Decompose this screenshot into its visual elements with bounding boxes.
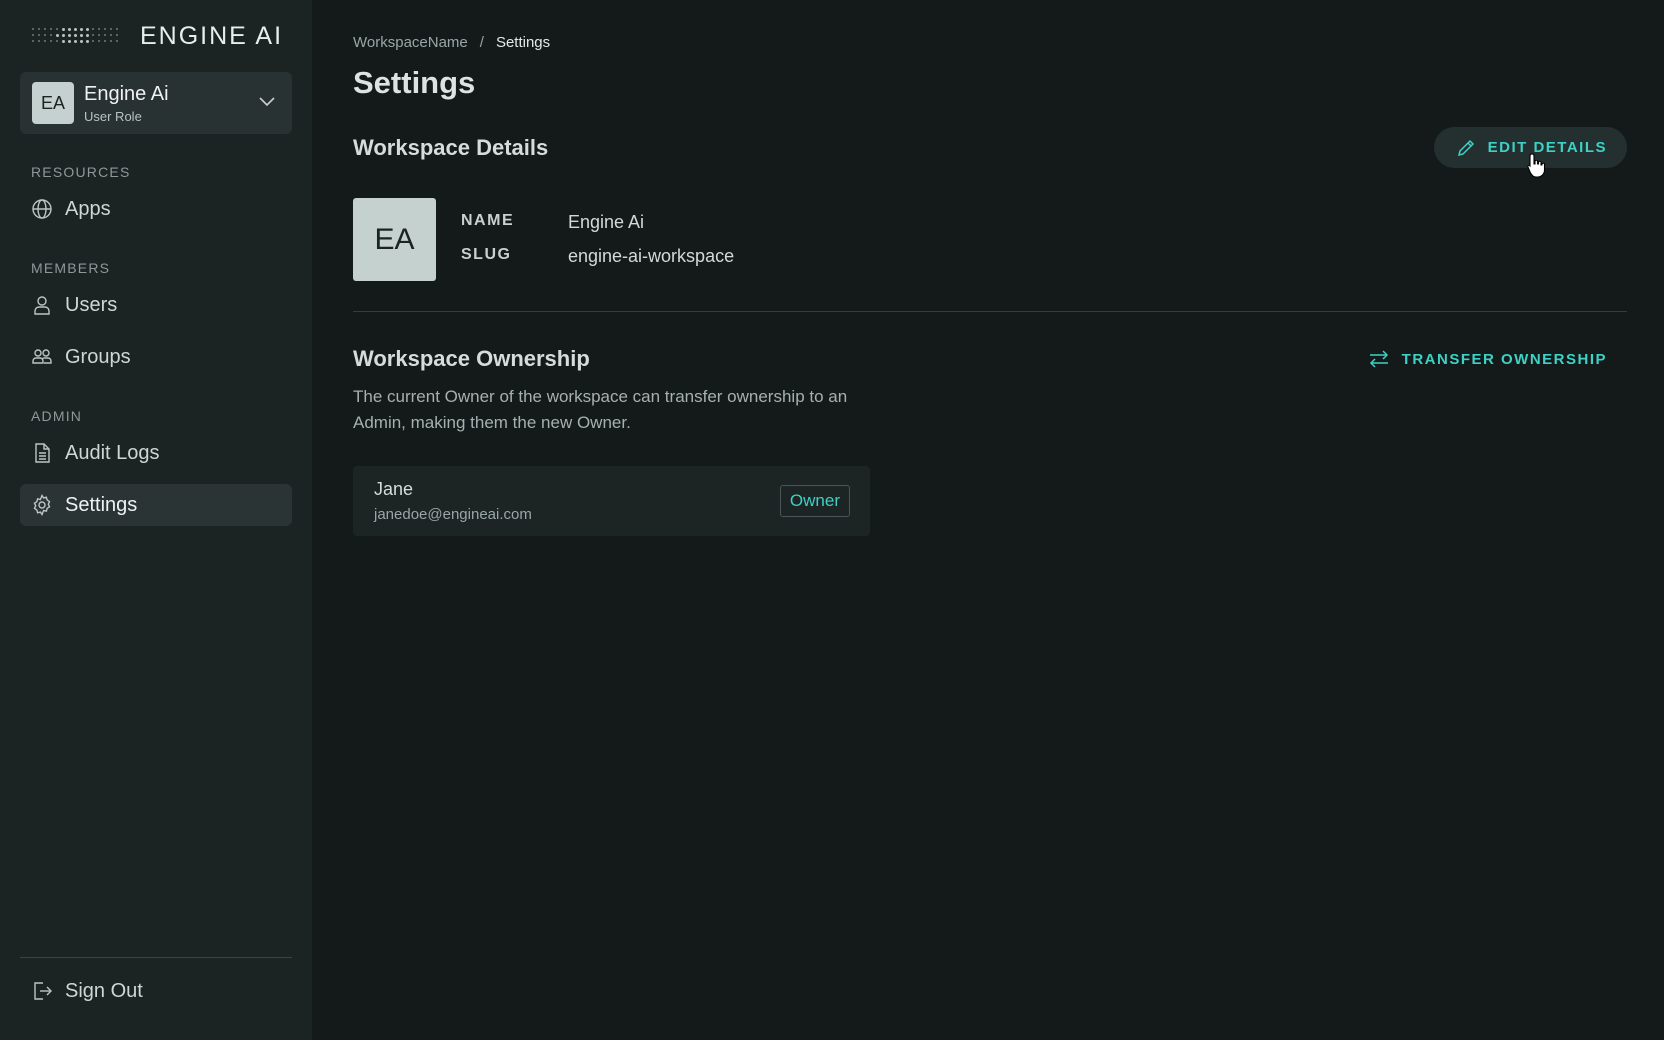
sign-out-label: Sign Out [65, 979, 143, 1002]
workspace-name: Engine Ai [84, 82, 169, 105]
workspace-details-fields: NAME Engine Ai SLUG engine-ai-workspace [461, 212, 734, 267]
globe-icon [32, 199, 52, 219]
owner-card: Jane janedoe@engineai.com Owner [353, 466, 870, 536]
slug-value: engine-ai-workspace [568, 246, 735, 266]
workspace-ownership-heading: Workspace Ownership [353, 346, 590, 371]
brand-name: ENGINE AI [140, 21, 284, 50]
workspace-switcher[interactable]: EA Engine Ai User Role [20, 72, 292, 134]
breadcrumb-workspace-link[interactable]: WorkspaceName [353, 34, 468, 51]
workspace-avatar: EA [32, 82, 74, 124]
workspace-details-header: Workspace Details EDIT DETAILS [353, 127, 1627, 168]
sidebar-item-label: Groups [65, 345, 131, 368]
chevron-down-icon [258, 92, 276, 115]
sidebar-item-label: Users [65, 293, 118, 316]
sidebar-item-label: Apps [65, 197, 111, 220]
transfer-ownership-label: TRANSFER OWNERSHIP [1401, 350, 1607, 368]
user-icon [34, 296, 50, 315]
brand-logo: ENGINE AI [20, 0, 292, 72]
breadcrumb: WorkspaceName / Settings [353, 34, 1627, 51]
sidebar: ENGINE AI EA Engine Ai User Role RESOURC… [0, 0, 312, 1040]
breadcrumb-current: Settings [495, 34, 551, 51]
page-title: Settings [353, 65, 476, 100]
app-root: ENGINE AI EA Engine Ai User Role RESOURC… [0, 0, 1664, 1040]
name-value: Engine Ai [568, 212, 645, 232]
workspace-avatar-large: EA [353, 198, 436, 281]
groups-icon [32, 349, 52, 364]
sidebar-item-label: Settings [65, 493, 138, 516]
gear-icon [33, 494, 51, 516]
logo-mark-icon [32, 28, 120, 44]
workspace-details: EA NAME Engine Ai SLUG engine-ai-workspa… [353, 198, 1627, 281]
sign-out-button[interactable]: Sign Out [20, 970, 292, 1012]
sidebar-item-audit-logs[interactable]: Audit Logs [20, 432, 292, 474]
sidebar-footer: Sign Out [20, 957, 292, 1022]
owner-badge: Owner [779, 485, 850, 517]
workspace-role: User Role [84, 108, 142, 124]
sidebar-item-apps[interactable]: Apps [20, 188, 292, 230]
owner-name: Jane [374, 479, 414, 499]
section-divider [353, 311, 1627, 312]
name-key: NAME [461, 212, 515, 229]
breadcrumb-separator: / [479, 34, 484, 51]
workspace-details-heading: Workspace Details [353, 134, 549, 160]
workspace-ownership-header: Workspace Ownership TRANSFER OWNERSHIP [353, 346, 1627, 372]
sidebar-item-users[interactable]: Users [20, 284, 292, 326]
sidebar-item-label: Audit Logs [65, 441, 160, 464]
transfer-arrows-icon [1369, 350, 1388, 368]
hand-cursor-icon [1527, 153, 1546, 178]
sidebar-item-groups[interactable]: Groups [20, 336, 292, 378]
transfer-ownership-button[interactable]: TRANSFER OWNERSHIP [1368, 348, 1627, 370]
section-label-resources: RESOURCES [31, 164, 131, 180]
sign-out-icon [34, 982, 52, 1000]
pencil-icon [1457, 139, 1474, 156]
main-content: WorkspaceName / Settings Settings Worksp… [312, 0, 1664, 1040]
section-label-admin: ADMIN [31, 408, 83, 424]
document-icon [35, 443, 50, 463]
section-label-members: MEMBERS [31, 260, 111, 276]
sidebar-item-settings[interactable]: Settings [20, 484, 292, 526]
ownership-description: The current Owner of the workspace can t… [353, 387, 848, 432]
slug-key: SLUG [461, 246, 512, 263]
owner-email: janedoe@engineai.com [374, 506, 532, 523]
